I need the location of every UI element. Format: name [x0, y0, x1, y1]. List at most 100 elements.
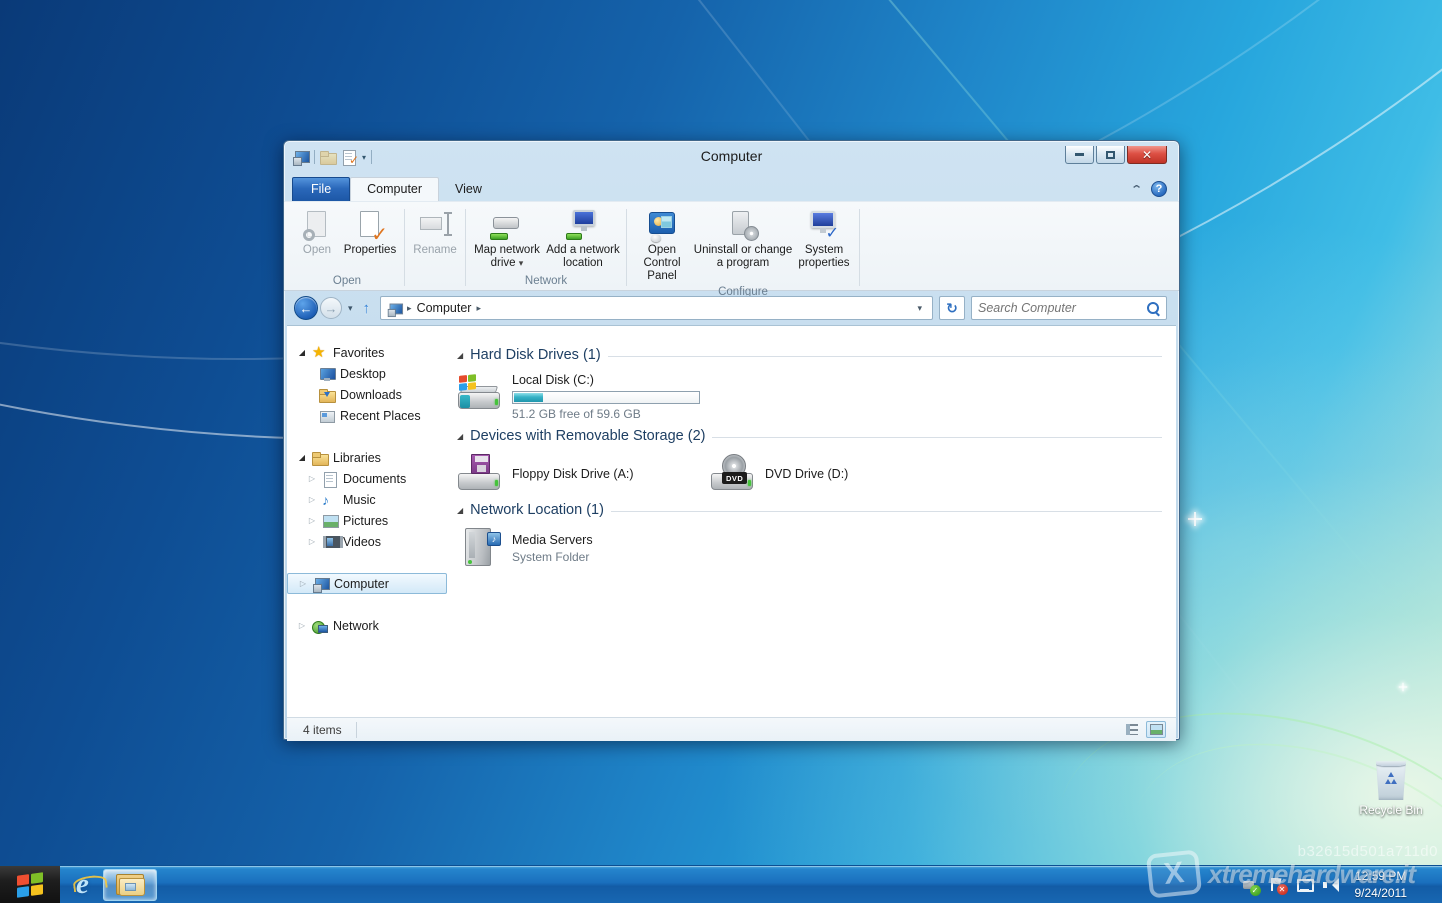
tree-expanded-icon[interactable]: ◢ — [297, 453, 307, 462]
search-icon[interactable] — [1146, 301, 1160, 315]
thumbnail-view-button[interactable] — [1146, 721, 1166, 738]
tree-collapsed-icon[interactable]: ▷ — [307, 474, 317, 483]
close-icon: ✕ — [1142, 148, 1152, 162]
uninstall-program-button[interactable]: Uninstall or change a program — [693, 205, 793, 270]
tree-collapsed-icon[interactable]: ▷ — [307, 495, 317, 504]
close-button[interactable]: ✕ — [1127, 146, 1167, 164]
system-properties-button[interactable]: ✓ System properties — [793, 205, 855, 270]
tree-expanded-icon[interactable]: ◢ — [297, 348, 307, 357]
taskbar-clock[interactable]: 12:59 PM 9/24/2011 — [1349, 868, 1414, 900]
breadcrumb-computer[interactable]: Computer — [417, 301, 472, 315]
sidebar-item-documents[interactable]: ▷ Documents — [287, 468, 449, 489]
breadcrumb-arrow-icon[interactable]: ▸ — [476, 303, 481, 314]
section-header-removable-storage[interactable]: ◢ Devices with Removable Storage (2) — [457, 428, 1162, 444]
internet-explorer-taskbar-icon[interactable]: e — [76, 868, 89, 901]
sidebar-item-network[interactable]: ▷ Network — [287, 615, 449, 636]
sidebar-item-recent-places[interactable]: Recent Places — [287, 405, 449, 426]
dvd-drive-icon: DVD — [710, 454, 756, 494]
disk-usage-fill — [514, 393, 543, 402]
minimize-button[interactable] — [1065, 146, 1094, 164]
details-view-button[interactable] — [1122, 721, 1142, 738]
section-expanded-icon[interactable]: ◢ — [457, 351, 463, 360]
start-button[interactable] — [0, 866, 60, 903]
sidebar-item-downloads[interactable]: Downloads — [287, 384, 449, 405]
forward-button[interactable]: → — [320, 297, 342, 319]
network-tray-icon[interactable] — [1295, 876, 1313, 894]
refresh-button[interactable]: ↻ — [939, 296, 965, 320]
ribbon-separator — [859, 209, 860, 286]
downloads-icon — [319, 387, 335, 403]
tab-file[interactable]: File — [292, 177, 350, 201]
address-dropdown-icon[interactable]: ▾ — [913, 303, 926, 314]
volume-tray-icon[interactable] — [1322, 876, 1340, 894]
usb-device-tray-icon[interactable] — [1241, 876, 1259, 894]
section-header-hard-disk-drives[interactable]: ◢ Hard Disk Drives (1) — [457, 347, 1162, 363]
section-expanded-icon[interactable]: ◢ — [457, 506, 463, 515]
sidebar-item-videos[interactable]: ▷ Videos — [287, 531, 449, 552]
section-divider — [712, 437, 1162, 438]
sidebar-item-computer[interactable]: ▷ Computer — [287, 573, 447, 594]
section-header-network-location[interactable]: ◢ Network Location (1) — [457, 502, 1162, 518]
local-disk-item[interactable]: Local Disk (C:) 51.2 GB free of 59.6 GB — [457, 373, 1162, 421]
clock-date: 9/24/2011 — [1355, 885, 1408, 901]
collapse-ribbon-icon[interactable]: ⌃ — [1130, 183, 1143, 196]
media-servers-item[interactable]: ♪ Media Servers System Folder — [457, 528, 710, 568]
search-box[interactable] — [971, 296, 1167, 320]
action-center-tray-icon[interactable]: ✕ — [1268, 876, 1286, 894]
floppy-drive-item[interactable]: Floppy Disk Drive (A:) — [457, 454, 710, 494]
section-expanded-icon[interactable]: ◢ — [457, 432, 463, 441]
dvd-drive-item[interactable]: DVD DVD Drive (D:) — [710, 454, 963, 494]
window-title: Computer — [284, 148, 1179, 164]
sidebar-item-music[interactable]: ▷ ♪ Music — [287, 489, 449, 510]
tree-collapsed-icon[interactable]: ▷ — [307, 537, 317, 546]
dvd-badge: DVD — [722, 472, 747, 484]
help-icon[interactable]: ? — [1151, 181, 1167, 197]
tree-collapsed-icon[interactable]: ▷ — [298, 579, 308, 588]
breadcrumb-arrow-icon[interactable]: ▸ — [407, 303, 412, 314]
title-bar[interactable]: ✓ ▾ Computer ✕ — [284, 141, 1179, 175]
ribbon-group-label: Open — [294, 273, 400, 290]
sidebar-item-favorites[interactable]: ◢ ★ Favorites — [287, 342, 449, 363]
documents-icon — [322, 471, 338, 487]
rename-button[interactable]: Rename — [409, 205, 461, 257]
recycle-bin-desktop-icon[interactable]: Recycle Bin — [1358, 758, 1424, 817]
sidebar-item-libraries[interactable]: ◢ Libraries — [287, 447, 449, 468]
open-icon — [300, 208, 334, 242]
recycle-bin-icon — [1374, 758, 1408, 800]
control-panel-icon — [645, 208, 679, 242]
open-control-panel-button[interactable]: Open Control Panel — [631, 205, 693, 284]
item-type: System Folder — [512, 550, 593, 564]
properties-button[interactable]: ✓ Properties — [340, 205, 400, 257]
window-controls: ✕ — [1063, 146, 1167, 164]
tab-view[interactable]: View — [439, 178, 498, 201]
system-tray: ✕ 12:59 PM 9/24/2011 — [1241, 866, 1442, 903]
item-count: 4 items — [303, 723, 342, 737]
maximize-button[interactable] — [1096, 146, 1125, 164]
network-icon — [312, 618, 328, 634]
tree-collapsed-icon[interactable]: ▷ — [307, 516, 317, 525]
clock-time: 12:59 PM — [1355, 868, 1408, 884]
back-button[interactable]: ← — [294, 296, 318, 320]
tab-computer[interactable]: Computer — [350, 177, 439, 201]
map-network-drive-button[interactable]: Map network drive ▾ — [470, 205, 544, 270]
section-divider — [611, 511, 1162, 512]
ribbon-separator — [465, 209, 466, 286]
ribbon-group-rename: Rename — [409, 205, 461, 290]
file-explorer-taskbar-button[interactable] — [103, 869, 157, 901]
sidebar-item-desktop[interactable]: Desktop — [287, 363, 449, 384]
search-input[interactable] — [978, 301, 1146, 315]
properties-icon: ✓ — [353, 208, 387, 242]
open-button[interactable]: Open — [294, 205, 340, 257]
add-network-location-button[interactable]: Add a network location — [544, 205, 622, 270]
ribbon-tab-strip: File Computer View ⌃ ? — [284, 175, 1179, 201]
up-button[interactable]: ↑ — [359, 300, 375, 317]
ribbon-group-open: Open ✓ Properties Open — [294, 205, 400, 290]
tree-collapsed-icon[interactable]: ▷ — [297, 621, 307, 630]
address-bar[interactable]: ▸ Computer ▸ ▾ — [380, 296, 933, 320]
statusbar-separator — [356, 722, 357, 738]
maximize-icon — [1106, 151, 1115, 159]
sidebar-item-pictures[interactable]: ▷ Pictures — [287, 510, 449, 531]
windows-flag-icon — [459, 374, 476, 391]
recent-pages-dropdown-icon[interactable]: ▾ — [348, 303, 353, 314]
computer-icon — [313, 576, 329, 592]
